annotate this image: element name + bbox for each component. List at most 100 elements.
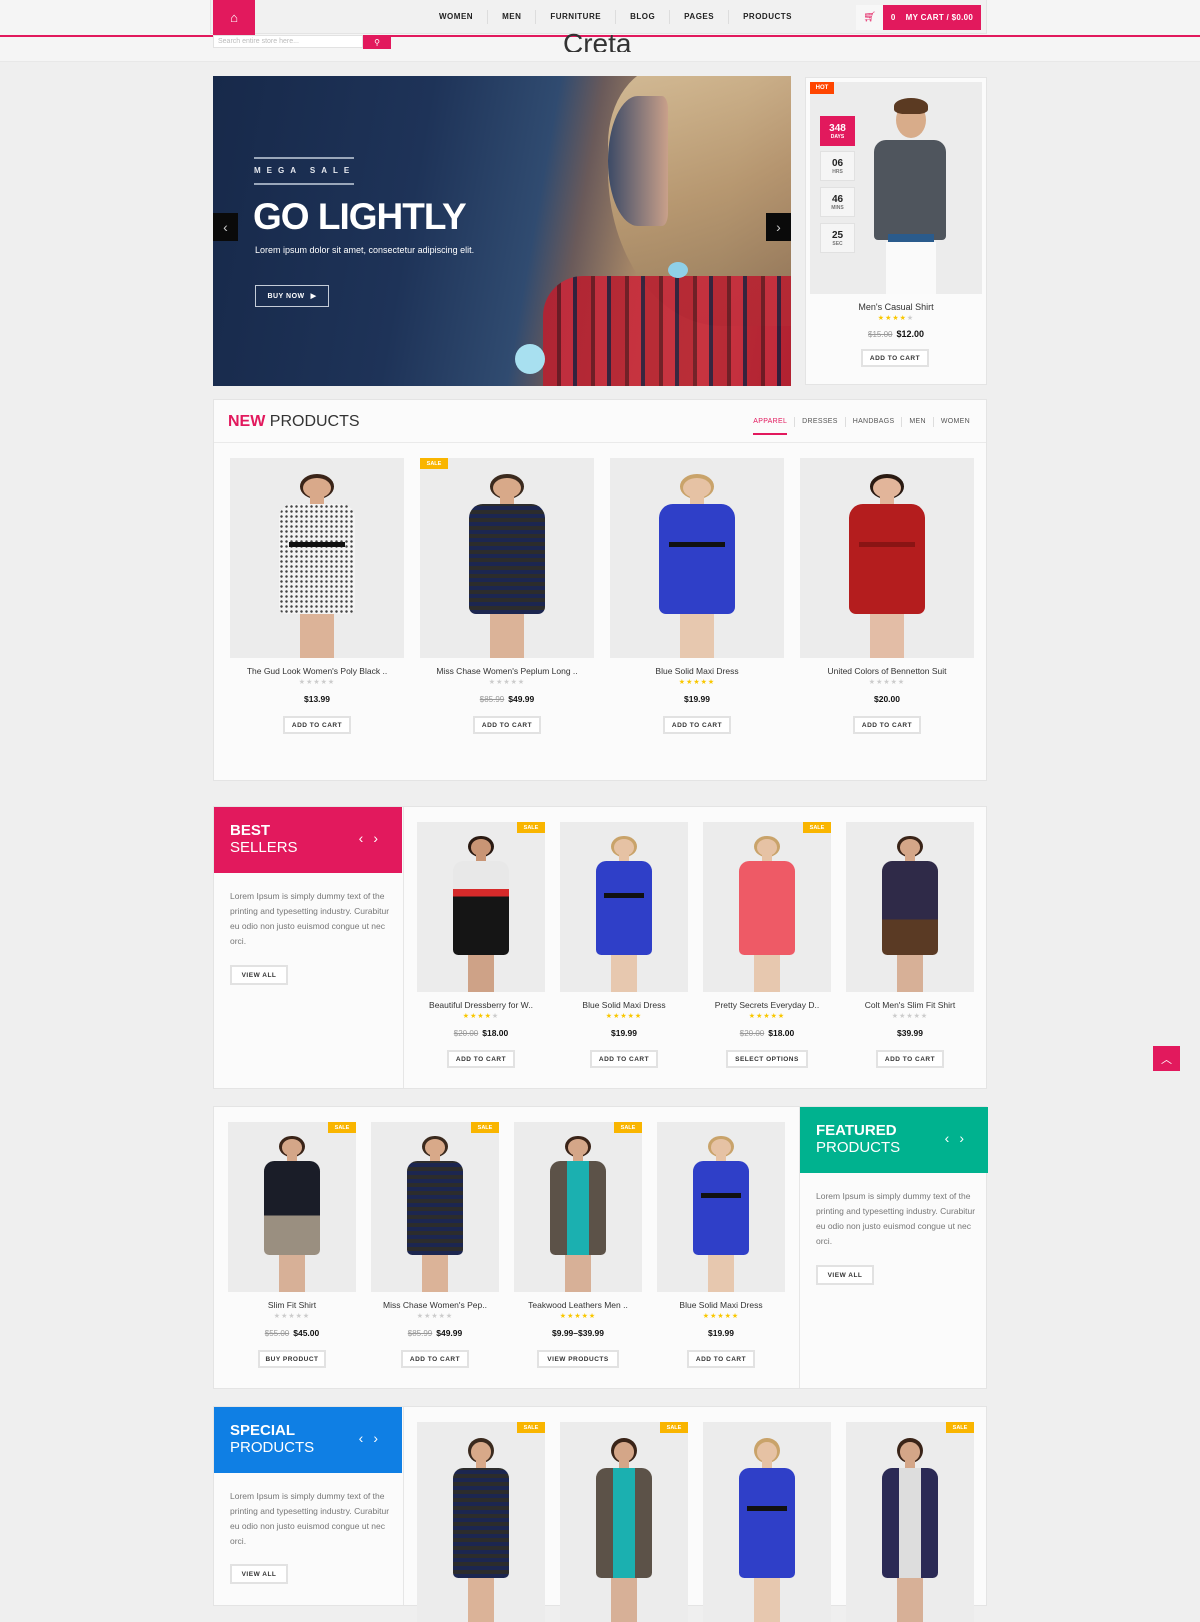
product-name[interactable]: Pretty Secrets Everyday D..: [703, 1000, 831, 1010]
chevron-right-icon[interactable]: ›: [373, 830, 388, 846]
product-image[interactable]: [371, 1122, 499, 1292]
product-name[interactable]: Miss Chase Women's Peplum Long ..: [420, 666, 594, 676]
home-button[interactable]: ⌂: [213, 0, 255, 35]
product-name[interactable]: Beautiful Dressberry for W..: [417, 1000, 545, 1010]
star-icon: ★: [438, 1313, 446, 1320]
current-price: $20.00: [874, 694, 900, 704]
rating-stars: ★★★★★: [420, 678, 594, 686]
shopping-cart-icon: 🛒︎: [863, 12, 876, 23]
best-sellers-panel: BEST SELLERS ‹› Lorem Ipsum is simply du…: [213, 806, 987, 1089]
chevron-right-icon[interactable]: ›: [959, 1130, 974, 1146]
back-to-top-button[interactable]: ︿: [1153, 1046, 1180, 1071]
current-price: $39.99: [897, 1028, 923, 1038]
product-name[interactable]: Colt Men's Slim Fit Shirt: [846, 1000, 974, 1010]
add-to-cart-button[interactable]: ADD TO CART: [401, 1350, 469, 1368]
add-to-cart-button[interactable]: ADD TO CART: [283, 716, 351, 734]
add-to-cart-button[interactable]: ADD TO CART: [876, 1050, 944, 1068]
figure-head: [756, 1442, 778, 1462]
add-to-cart-button[interactable]: ADD TO CART: [447, 1050, 515, 1068]
view-products-button[interactable]: VIEW PRODUCTS: [537, 1350, 619, 1368]
product-image[interactable]: [703, 1422, 831, 1622]
tab-dresses[interactable]: DRESSES: [795, 417, 846, 427]
product-image[interactable]: [560, 1422, 688, 1622]
hero-prev-button[interactable]: ‹: [213, 213, 238, 241]
star-icon: ★: [313, 679, 321, 686]
product-image[interactable]: [420, 458, 594, 658]
current-price: $45.00: [293, 1328, 320, 1338]
product-image[interactable]: [610, 458, 784, 658]
product-name[interactable]: Blue Solid Maxi Dress: [560, 1000, 688, 1010]
view-all-button[interactable]: VIEW ALL: [816, 1265, 874, 1285]
select-options-button[interactable]: SELECT OPTIONS: [726, 1050, 808, 1068]
chevron-right-icon[interactable]: ›: [373, 1430, 388, 1446]
star-icon: ★: [295, 1313, 303, 1320]
add-to-cart-button[interactable]: ADD TO CART: [590, 1050, 658, 1068]
star-icon: ★: [724, 1313, 732, 1320]
search-input[interactable]: Search entire store here...: [213, 35, 363, 48]
cart-icon-button[interactable]: 🛒︎: [856, 5, 883, 30]
buy-now-button[interactable]: BUY NOW ▶: [255, 285, 329, 307]
current-price: $13.99: [304, 694, 330, 704]
hero-image-detail: [668, 262, 688, 278]
nav-women[interactable]: WOMEN: [425, 10, 489, 24]
add-to-cart-button[interactable]: ADD TO CART: [473, 716, 541, 734]
product-name[interactable]: Blue Solid Maxi Dress: [610, 666, 784, 676]
product-image[interactable]: [846, 1422, 974, 1622]
product-image[interactable]: [560, 822, 688, 992]
product-image[interactable]: [230, 458, 404, 658]
view-all-button[interactable]: VIEW ALL: [230, 965, 288, 985]
chevron-left-icon[interactable]: ‹: [359, 1430, 374, 1446]
product-image[interactable]: [417, 1422, 545, 1622]
figure-outfit: [658, 504, 736, 614]
divider: [799, 1107, 800, 1388]
add-to-cart-button[interactable]: ADD TO CART: [663, 716, 731, 734]
product-image[interactable]: [514, 1122, 642, 1292]
tab-apparel[interactable]: APPAREL: [746, 417, 796, 435]
product-name[interactable]: Blue Solid Maxi Dress: [657, 1300, 785, 1310]
nav-pages[interactable]: PAGES: [670, 10, 730, 24]
my-cart-button[interactable]: 0 MY CART / $0.00: [883, 5, 981, 30]
caret-right-icon: ▶: [310, 293, 317, 300]
product-name[interactable]: The Gud Look Women's Poly Black ..: [230, 666, 404, 676]
figure-belt: [289, 542, 345, 547]
site-logo[interactable]: Creta: [563, 22, 631, 52]
nav-products[interactable]: PRODUCTS: [729, 10, 806, 24]
view-all-button[interactable]: VIEW ALL: [230, 1564, 288, 1584]
rating-stars: ★★★★★: [703, 1012, 831, 1020]
product-image[interactable]: [228, 1122, 356, 1292]
tab-women[interactable]: WOMEN: [934, 417, 970, 427]
product-image[interactable]: [703, 822, 831, 992]
figure-outfit: [848, 504, 926, 614]
product-price: $39.99: [846, 1028, 974, 1038]
add-to-cart-button[interactable]: ADD TO CART: [853, 716, 921, 734]
product-image[interactable]: [417, 822, 545, 992]
product-image[interactable]: [800, 458, 974, 658]
star-icon: ★: [588, 1313, 597, 1320]
tab-men[interactable]: MEN: [902, 417, 934, 427]
figure-legs: [279, 1254, 305, 1292]
chevron-left-icon[interactable]: ‹: [945, 1130, 960, 1146]
carousel-arrows: ‹›: [359, 830, 388, 846]
product-name[interactable]: Miss Chase Women's Pep..: [371, 1300, 499, 1310]
add-to-cart-button[interactable]: ADD TO CART: [861, 349, 929, 367]
search-button[interactable]: ⚲: [363, 35, 391, 49]
chevron-left-icon[interactable]: ‹: [359, 830, 374, 846]
product-name[interactable]: Slim Fit Shirt: [228, 1300, 356, 1310]
tab-handbags[interactable]: HANDBAGS: [846, 417, 903, 427]
add-to-cart-button[interactable]: ADD TO CART: [687, 1350, 755, 1368]
star-icon: ★: [899, 315, 907, 322]
product-name[interactable]: Teakwood Leathers Men ..: [514, 1300, 642, 1310]
hero-next-button[interactable]: ›: [766, 213, 791, 241]
nav-men[interactable]: MEN: [488, 10, 537, 24]
figure-outfit: [595, 861, 653, 955]
product-name[interactable]: Men's Casual Shirt: [806, 302, 986, 312]
star-icon: ★: [517, 679, 526, 686]
figure-legs: [611, 1578, 637, 1622]
buy-product-button[interactable]: BUY PRODUCT: [258, 1350, 326, 1368]
product-name[interactable]: United Colors of Bennetton Suit: [800, 666, 974, 676]
figure-belt: [859, 542, 915, 547]
product-image[interactable]: [657, 1122, 785, 1292]
product-card: SALE: [846, 1422, 974, 1622]
product-image[interactable]: [846, 822, 974, 992]
star-icon: ★: [273, 1313, 282, 1320]
